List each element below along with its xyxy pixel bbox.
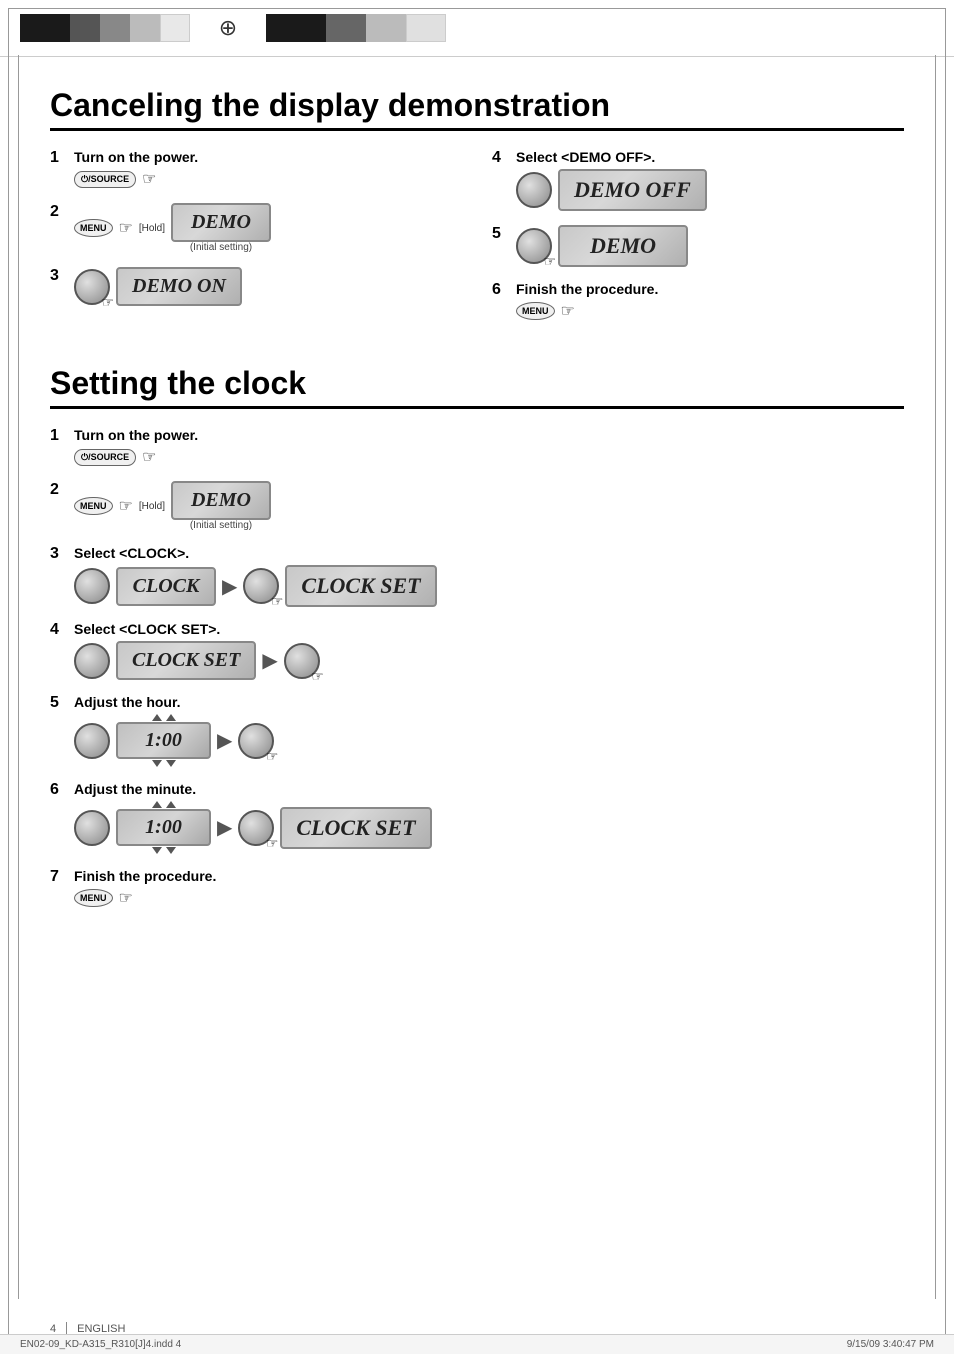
knob-icon: ☞ xyxy=(74,269,110,305)
knob-c5-icon xyxy=(74,723,110,759)
hand-c4-icon: ☞ xyxy=(311,668,324,685)
knob-c4-icon xyxy=(74,643,110,679)
hand-c5-icon: ☞ xyxy=(266,748,279,765)
knob-c4b-icon: ☞ xyxy=(284,643,320,679)
hand5-icon: ☞ xyxy=(543,253,556,270)
knob-c3b-icon: ☞ xyxy=(243,568,279,604)
knob-c3-icon xyxy=(74,568,110,604)
hand-c3-icon: ☞ xyxy=(271,593,284,610)
knob-c5b-icon: ☞ xyxy=(238,723,274,759)
knob-c6-icon xyxy=(74,810,110,846)
print-info: EN02-09_KD-A315_R310[J]4.indd 4 xyxy=(20,1339,181,1350)
knob4-icon xyxy=(516,172,552,208)
minute-display: 1:00 xyxy=(116,809,211,846)
knob-c6b-icon: ☞ xyxy=(238,810,274,846)
hand-icon: ☞ xyxy=(101,294,114,311)
print-date: 9/15/09 3:40:47 PM xyxy=(847,1339,934,1350)
right-margin-line xyxy=(935,55,936,1299)
knob5-icon: ☞ xyxy=(516,228,552,264)
hour-display: 1:00 xyxy=(116,722,211,759)
print-bar: EN02-09_KD-A315_R310[J]4.indd 4 9/15/09 … xyxy=(0,1334,954,1354)
left-margin-line xyxy=(18,55,19,1299)
page-border xyxy=(8,8,946,1346)
hand-c6-icon: ☞ xyxy=(266,835,279,852)
